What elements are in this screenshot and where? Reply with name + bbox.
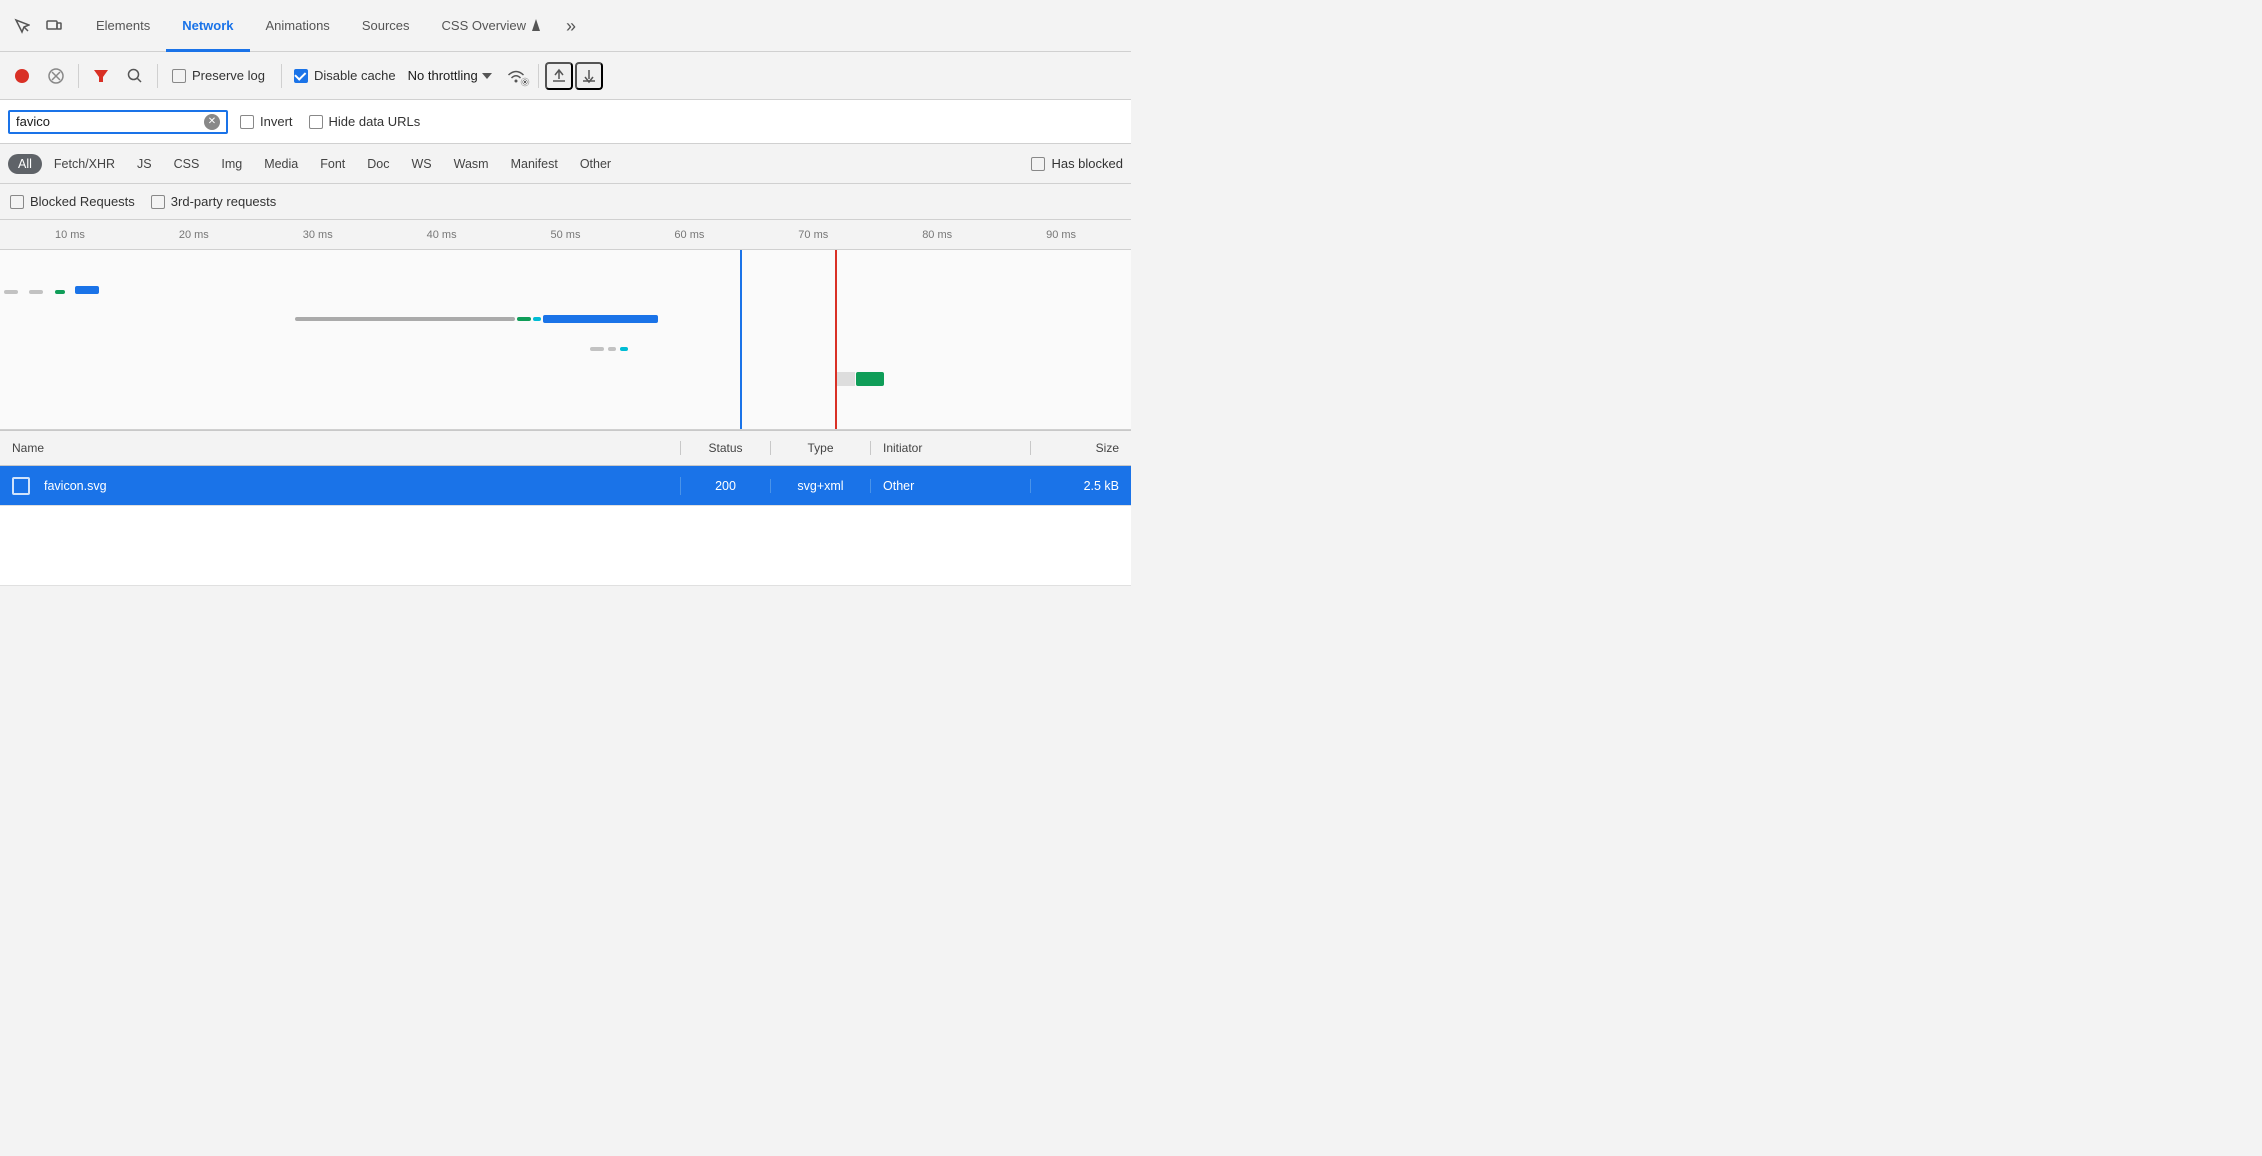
table-header: Name Status Type Initiator Size [0,430,1131,466]
row-type-cell: svg+xml [771,479,871,493]
load-line [835,250,837,429]
col-header-name: Name [0,441,681,455]
time-80ms: 80 ms [875,220,999,249]
blocked-requests-label[interactable]: Blocked Requests [10,194,135,209]
type-ws-button[interactable]: WS [401,154,441,174]
col-header-initiator: Initiator [871,441,1031,455]
type-other-button[interactable]: Other [570,154,621,174]
type-js-button[interactable]: JS [127,154,162,174]
devtools-icons [8,12,68,40]
time-90ms: 90 ms [999,220,1123,249]
domcontentloaded-line [740,250,742,429]
time-10ms: 10 ms [8,220,132,249]
record-button[interactable] [6,60,38,92]
toolbar-separator-2 [157,64,158,88]
cursor-icon[interactable] [8,12,36,40]
export-har-button[interactable] [575,62,603,90]
col-header-type: Type [771,441,871,455]
filter-button[interactable] [85,60,117,92]
has-blocked-checkbox[interactable] [1031,157,1045,171]
empty-rows-area [0,506,1131,586]
search-button[interactable] [119,60,151,92]
hide-data-urls-label[interactable]: Hide data URLs [305,110,425,133]
row-status-cell: 200 [681,479,771,493]
time-labels: 10 ms 20 ms 30 ms 40 ms 50 ms 60 ms 70 m… [0,220,1131,249]
type-wasm-button[interactable]: Wasm [444,154,499,174]
type-all-button[interactable]: All [8,154,42,174]
device-toggle-icon[interactable] [40,12,68,40]
table-row[interactable]: favicon.svg 200 svg+xml Other 2.5 kB [0,466,1131,506]
invert-checkbox[interactable] [240,115,254,129]
preserve-log-label[interactable]: Preserve log [164,68,273,83]
blocked-bar: Blocked Requests 3rd-party requests [0,184,1131,220]
toolbar-separator-4 [538,64,539,88]
tabs-more-button[interactable]: » [558,1,584,52]
type-font-button[interactable]: Font [310,154,355,174]
col-header-size: Size [1031,441,1131,455]
has-blocked-label[interactable]: Has blocked [1031,156,1123,171]
type-doc-button[interactable]: Doc [357,154,399,174]
tab-css-overview[interactable]: CSS Overview [426,1,559,52]
waterfall-chart[interactable] [0,250,1131,430]
tab-sources[interactable]: Sources [346,1,426,52]
filter-search-box[interactable]: ✕ [8,110,228,134]
throttle-dropdown[interactable]: No throttling [402,64,498,87]
toolbar-separator-1 [78,64,79,88]
row-name-cell: favicon.svg [0,477,681,495]
filter-input[interactable] [16,114,200,129]
type-css-button[interactable]: CSS [164,154,210,174]
blocked-requests-checkbox[interactable] [10,195,24,209]
time-20ms: 20 ms [132,220,256,249]
tabs-container: Elements Network Animations Sources CSS … [80,0,1123,51]
tab-animations[interactable]: Animations [250,1,346,52]
time-30ms: 30 ms [256,220,380,249]
network-toolbar: Preserve log Disable cache No throttling [0,52,1131,100]
tab-bar: Elements Network Animations Sources CSS … [0,0,1131,52]
disable-cache-checkbox[interactable] [294,69,308,83]
time-50ms: 50 ms [504,220,628,249]
type-img-button[interactable]: Img [211,154,252,174]
filter-clear-button[interactable]: ✕ [204,114,220,130]
hide-data-urls-checkbox[interactable] [309,115,323,129]
toolbar-separator-3 [281,64,282,88]
waterfall-header: 10 ms 20 ms 30 ms 40 ms 50 ms 60 ms 70 m… [0,220,1131,250]
type-filter-bar: All Fetch/XHR JS CSS Img Media Font Doc … [0,144,1131,184]
row-initiator-cell: Other [871,479,1031,493]
time-40ms: 40 ms [380,220,504,249]
invert-label[interactable]: Invert [236,110,297,133]
preserve-log-checkbox[interactable] [172,69,186,83]
clear-button[interactable] [40,60,72,92]
type-fetch-xhr-button[interactable]: Fetch/XHR [44,154,125,174]
type-manifest-button[interactable]: Manifest [501,154,568,174]
type-media-button[interactable]: Media [254,154,308,174]
col-header-status: Status [681,441,771,455]
tab-network[interactable]: Network [166,1,249,52]
filter-bar: ✕ Invert Hide data URLs [0,100,1131,144]
row-size-cell: 2.5 kB [1031,479,1131,493]
time-60ms: 60 ms [627,220,751,249]
time-70ms: 70 ms [751,220,875,249]
network-conditions-icon[interactable] [504,66,528,86]
third-party-label[interactable]: 3rd-party requests [151,194,277,209]
row-checkbox[interactable] [12,477,30,495]
import-har-button[interactable] [545,62,573,90]
third-party-checkbox[interactable] [151,195,165,209]
tab-elements[interactable]: Elements [80,1,166,52]
disable-cache-label[interactable]: Disable cache [290,68,400,83]
